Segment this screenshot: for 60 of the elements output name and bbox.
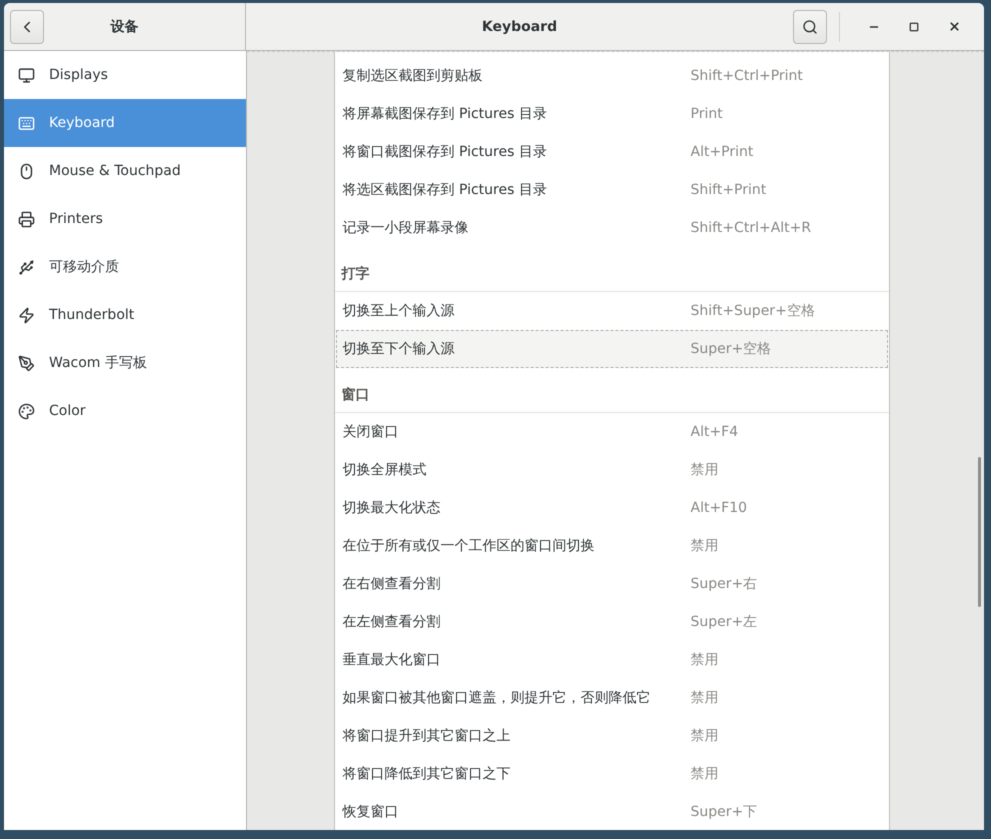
search-icon — [802, 18, 818, 34]
shortcut-label: Super+空格 — [690, 340, 772, 358]
action-label: 切换至下个输入源 — [342, 340, 456, 358]
scrollbar[interactable] — [978, 457, 981, 607]
shortcut-label: Alt+F4 — [690, 424, 738, 440]
search-button[interactable] — [793, 10, 827, 44]
sidebar-label: 可移动介质 — [49, 258, 119, 276]
close-icon — [948, 20, 960, 33]
action-label: 将窗口截图保存到 Pictures 目录 — [342, 143, 548, 161]
action-label: 将窗口提升到其它窗口之上 — [342, 727, 512, 745]
shortcut-label: Shift+Print — [690, 182, 766, 198]
action-label: 将屏幕截图保存到 Pictures 目录 — [342, 105, 548, 123]
sidebar-label: Keyboard — [49, 115, 115, 131]
shortcut-label: Alt+Print — [690, 144, 754, 160]
action-label: 切换至上个输入源 — [342, 302, 456, 320]
window-title: Keyboard — [480, 18, 558, 34]
shortcut-label: 禁用 — [690, 461, 718, 479]
shortcut-label: 禁用 — [690, 689, 718, 707]
sidebar-label: Mouse & Touchpad — [49, 163, 181, 179]
pen-icon — [18, 354, 35, 372]
action-label: 关闭窗口 — [342, 423, 400, 441]
shortcut-label: Shift+Ctrl+Alt+R — [690, 220, 812, 236]
action-label: 在位于所有或仅一个工作区的窗口间切换 — [342, 537, 596, 555]
maximize-icon — [909, 22, 919, 32]
shortcut-label: 禁用 — [690, 651, 718, 669]
action-label: 恢复窗口 — [341, 803, 400, 821]
printer-icon — [18, 210, 35, 228]
action-label: 切换最大化状态 — [342, 499, 442, 517]
action-label: 如果窗口被其他窗口遮盖，则提升它，否则降低它 — [342, 689, 652, 707]
panel-title: 设备 — [109, 18, 140, 36]
shortcut-label: 禁用 — [690, 537, 718, 555]
sidebar-label: Color — [49, 403, 86, 419]
shortcut-label: Alt+F10 — [690, 500, 748, 516]
sidebar-label: Printers — [49, 211, 103, 227]
monitor-icon — [18, 66, 35, 84]
shortcut-label: 禁用 — [690, 765, 718, 783]
shortcut-label: Print — [690, 106, 723, 122]
keyboard-icon — [18, 114, 35, 132]
action-label: 切换全屏模式 — [342, 461, 428, 479]
action-label: 在右侧查看分割 — [342, 575, 442, 593]
sidebar-label: Displays — [49, 67, 108, 83]
shortcut-row[interactable]: 切换至下个输入源 Super+空格 — [336, 330, 888, 368]
shortcut-label: Super+下 — [690, 803, 758, 821]
mouse-icon — [18, 162, 35, 180]
sidebar-label: Thunderbolt — [49, 307, 134, 323]
shortcut-label: Super+右 — [690, 575, 758, 593]
lightning-icon — [18, 306, 35, 324]
action-label: 垂直最大化窗口 — [342, 651, 442, 669]
action-label: 将选区截图保存到 Pictures 目录 — [342, 181, 548, 199]
shortcut-label: Shift+Ctrl+Print — [690, 68, 803, 84]
shortcut-label: 禁用 — [690, 727, 718, 745]
action-label: 复制选区截图到剪贴板 — [342, 67, 484, 85]
shortcut-label: Super+左 — [690, 613, 758, 631]
action-label: 记录一小段屏幕录像 — [342, 219, 470, 237]
sidebar-label: Wacom 手写板 — [49, 354, 147, 372]
usb-icon — [18, 258, 35, 276]
action-label: 在左侧查看分割 — [342, 613, 442, 631]
palette-icon — [18, 402, 35, 420]
shortcut-label: Shift+Super+空格 — [690, 302, 815, 320]
action-label: 将窗口降低到其它窗口之下 — [342, 765, 512, 783]
